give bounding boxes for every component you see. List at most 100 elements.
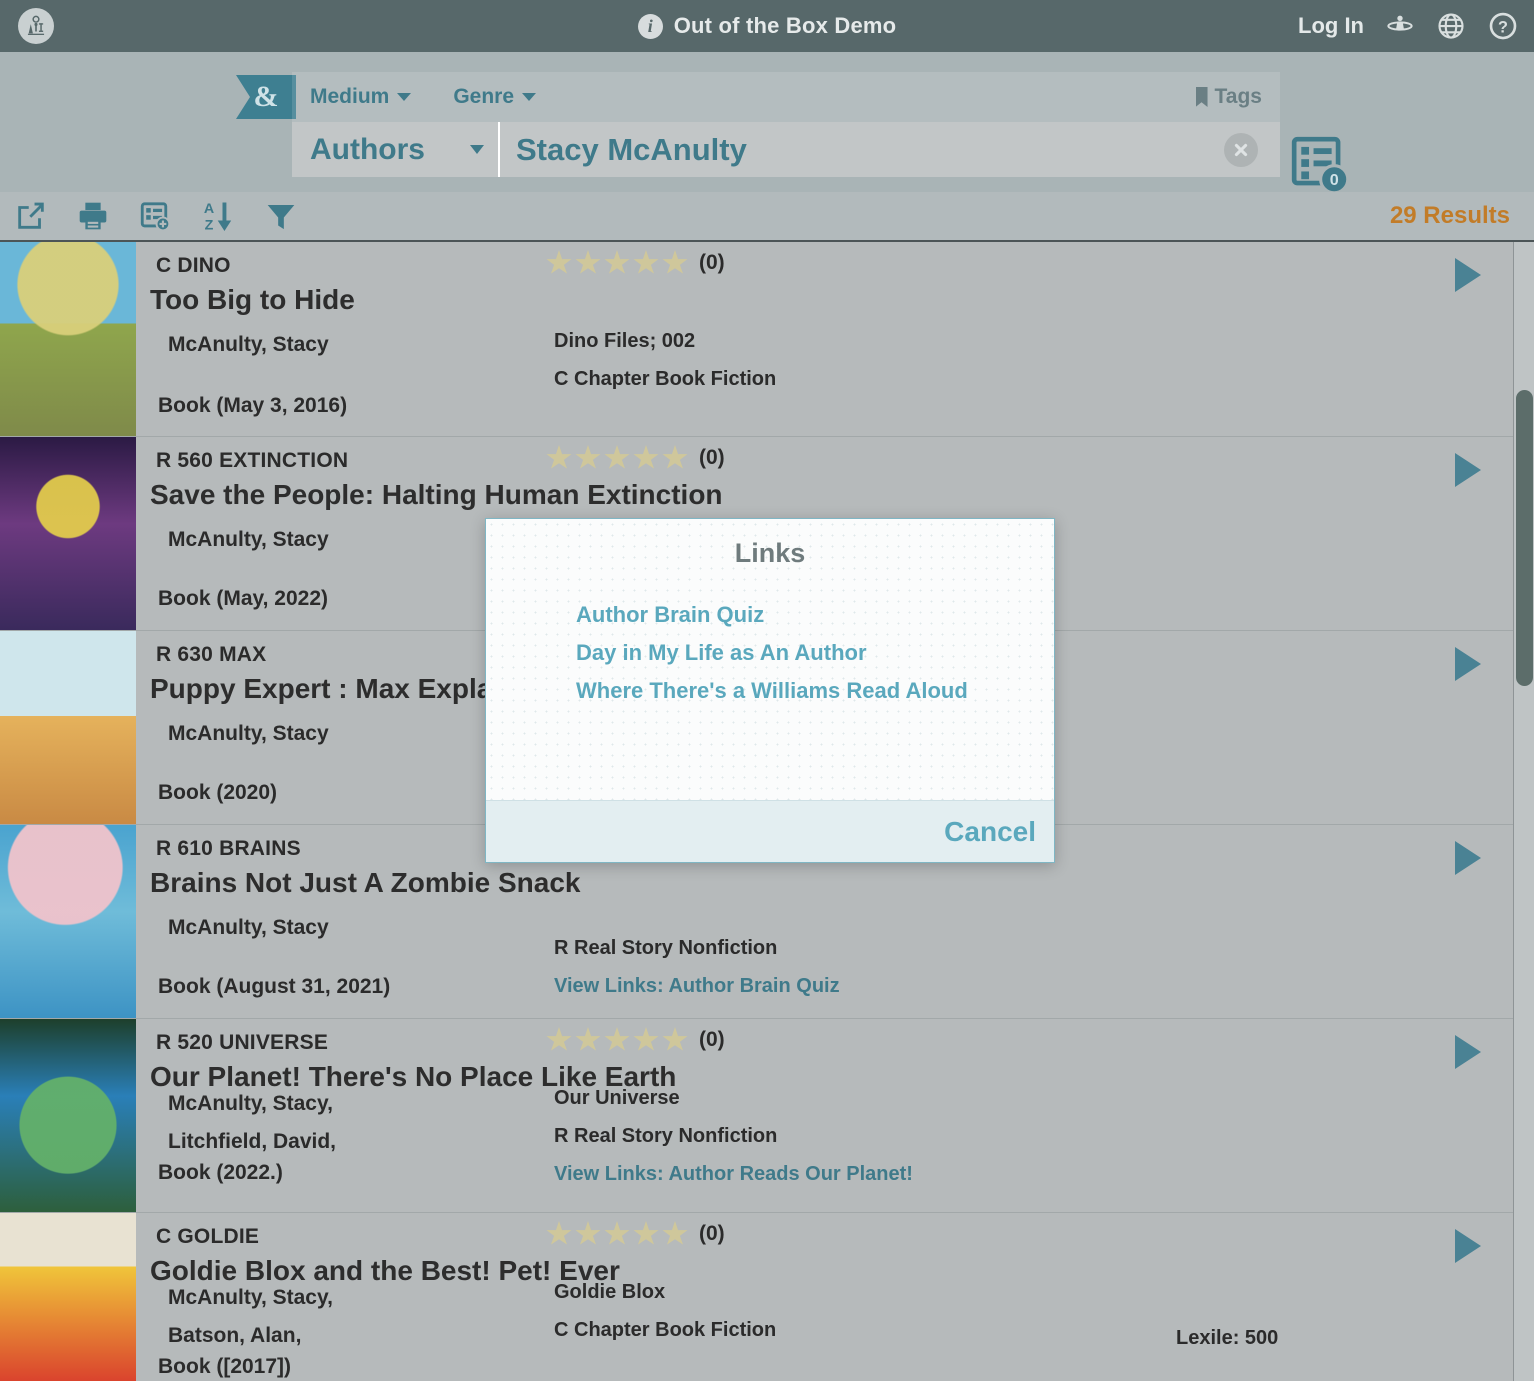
author-name: Batson, Alan,: [168, 1324, 302, 1347]
svg-text:Z: Z: [205, 218, 214, 234]
book-cover[interactable]: [0, 825, 136, 1018]
publication-info: Book (2022.): [158, 1161, 283, 1184]
rating-count: (0): [699, 251, 725, 274]
publication-info: Book (August 31, 2021): [158, 975, 391, 998]
dialog-body: Author Brain Quiz Day in My Life as An A…: [486, 569, 1054, 800]
publication-info: Book (May, 2022): [158, 587, 328, 610]
genre-info: R Real Story Nonfiction: [554, 937, 778, 959]
book-cover[interactable]: [0, 1213, 136, 1381]
expand-row-icon[interactable]: [1455, 453, 1481, 487]
scrollbar-thumb[interactable]: [1516, 390, 1533, 687]
series-info: Our Universe: [554, 1087, 680, 1109]
temp-list-count: 0: [1330, 171, 1339, 189]
view-links-link[interactable]: View Links: Author Reads Our Planet!: [554, 1163, 913, 1186]
chevron-down-icon: [470, 145, 484, 154]
book-cover[interactable]: [0, 242, 136, 436]
info-icon: i: [637, 13, 663, 39]
book-authors: McAnulty, Stacy: [168, 528, 329, 551]
view-links-link[interactable]: View Links: Author Brain Quiz: [554, 975, 840, 998]
filter-funnel-icon[interactable]: [264, 199, 298, 233]
person-orbit-icon[interactable]: [1386, 12, 1414, 40]
help-icon[interactable]: ?: [1488, 11, 1518, 41]
title-bar: i Out of the Box Demo Log In ?: [0, 0, 1534, 52]
book-authors: McAnulty, Stacy, Batson, Alan,: [168, 1279, 333, 1355]
medium-dropdown[interactable]: Medium: [310, 85, 412, 109]
expand-row-icon[interactable]: [1455, 1035, 1481, 1069]
star-rating[interactable]: (0): [546, 1221, 725, 1247]
book-authors: McAnulty, Stacy: [168, 722, 329, 745]
book-title[interactable]: Brains Not Just A Zombie Snack: [150, 867, 580, 899]
library-logo-icon[interactable]: [18, 8, 54, 44]
share-icon[interactable]: [14, 199, 48, 233]
clear-icon[interactable]: [1224, 132, 1258, 167]
book-title[interactable]: Too Big to Hide: [150, 284, 355, 316]
series-info: Goldie Blox: [554, 1281, 666, 1303]
book-cover[interactable]: [0, 1019, 136, 1212]
table-row[interactable]: R 520 UNIVERSE (0) Our Planet! There's N…: [0, 1019, 1513, 1213]
author-name: McAnulty, Stacy,: [168, 1092, 333, 1115]
author-name: Litchfield, David,: [168, 1130, 337, 1153]
expand-row-icon[interactable]: [1455, 647, 1481, 681]
list-item[interactable]: Author Brain Quiz: [576, 602, 1054, 628]
search-field-label: Authors: [310, 132, 425, 166]
title-bar-actions: Log In ?: [1298, 0, 1518, 52]
call-number: R 520 UNIVERSE: [156, 1031, 329, 1054]
genre-label: Genre: [453, 85, 515, 108]
star-rating[interactable]: (0): [546, 1027, 725, 1053]
results-toolbar: A Z 29 Results: [0, 192, 1534, 242]
cancel-button[interactable]: Cancel: [944, 816, 1036, 848]
list-item[interactable]: Day in My Life as An Author: [576, 640, 1054, 666]
book-authors: McAnulty, Stacy, Litchfield, David,: [168, 1085, 336, 1161]
row-body: C GOLDIE (0) Goldie Blox and the Best! P…: [136, 1213, 1513, 1381]
genre-info: C Chapter Book Fiction: [554, 1319, 777, 1341]
table-row[interactable]: C GOLDIE (0) Goldie Blox and the Best! P…: [0, 1213, 1513, 1381]
tags-label: Tags: [1214, 85, 1262, 108]
expand-row-icon[interactable]: [1455, 841, 1481, 875]
genre-dropdown[interactable]: Genre: [453, 85, 537, 109]
book-cover[interactable]: [0, 437, 136, 630]
expand-row-icon[interactable]: [1455, 1229, 1481, 1263]
table-row[interactable]: C DINO (0) Too Big to Hide McAnulty, Sta…: [0, 242, 1513, 437]
svg-text:?: ?: [1498, 19, 1508, 37]
call-number: R 560 EXTINCTION: [156, 449, 349, 472]
add-to-list-icon[interactable]: [138, 199, 172, 233]
search-field-selector[interactable]: Authors: [292, 122, 500, 177]
genre-info: R Real Story Nonfiction: [554, 1125, 778, 1147]
dialog-title: Links: [734, 538, 806, 568]
sort-az-icon[interactable]: A Z: [200, 198, 236, 234]
call-number: R 610 BRAINS: [156, 837, 301, 860]
temp-list-icon: 0: [1289, 134, 1351, 201]
search-row: Authors Stacy McAnulty: [292, 122, 1280, 177]
genre-info: C Chapter Book Fiction: [554, 368, 777, 390]
links-dialog: Links Author Brain Quiz Day in My Life a…: [485, 518, 1055, 863]
search-input-value: Stacy McAnulty: [516, 131, 747, 167]
book-authors: McAnulty, Stacy: [168, 333, 329, 356]
row-body: C DINO (0) Too Big to Hide McAnulty, Sta…: [136, 242, 1513, 436]
expand-row-icon[interactable]: [1455, 258, 1481, 292]
svg-text:A: A: [204, 201, 214, 217]
rating-count: (0): [699, 1028, 725, 1051]
star-rating[interactable]: (0): [546, 445, 725, 471]
rating-count: (0): [699, 446, 725, 469]
row-body: R 520 UNIVERSE (0) Our Planet! There's N…: [136, 1019, 1513, 1212]
app-title: Out of the Box Demo: [673, 13, 897, 38]
login-button[interactable]: Log In: [1298, 13, 1364, 39]
book-title[interactable]: Save the People: Halting Human Extinctio…: [150, 479, 723, 511]
star-rating[interactable]: (0): [546, 250, 725, 276]
tags-button[interactable]: Tags: [1195, 85, 1262, 109]
publication-info: Book (May 3, 2016): [158, 394, 348, 417]
series-info: Dino Files; 002: [554, 330, 696, 352]
dialog-footer: Cancel: [486, 800, 1054, 862]
book-cover[interactable]: [0, 631, 136, 824]
boolean-operator-button[interactable]: &: [236, 75, 296, 119]
results-count: 29 Results: [1389, 202, 1510, 229]
vertical-scrollbar[interactable]: [1513, 242, 1534, 1381]
call-number: C DINO: [156, 254, 231, 277]
print-icon[interactable]: [76, 199, 110, 233]
search-input[interactable]: Stacy McAnulty: [500, 122, 1280, 177]
book-authors: McAnulty, Stacy: [168, 916, 329, 939]
list-item[interactable]: Where There's a Williams Read Aloud: [576, 678, 1054, 704]
globe-icon[interactable]: [1436, 11, 1466, 41]
medium-label: Medium: [310, 85, 390, 108]
publication-info: Book ([2017]): [158, 1355, 292, 1378]
